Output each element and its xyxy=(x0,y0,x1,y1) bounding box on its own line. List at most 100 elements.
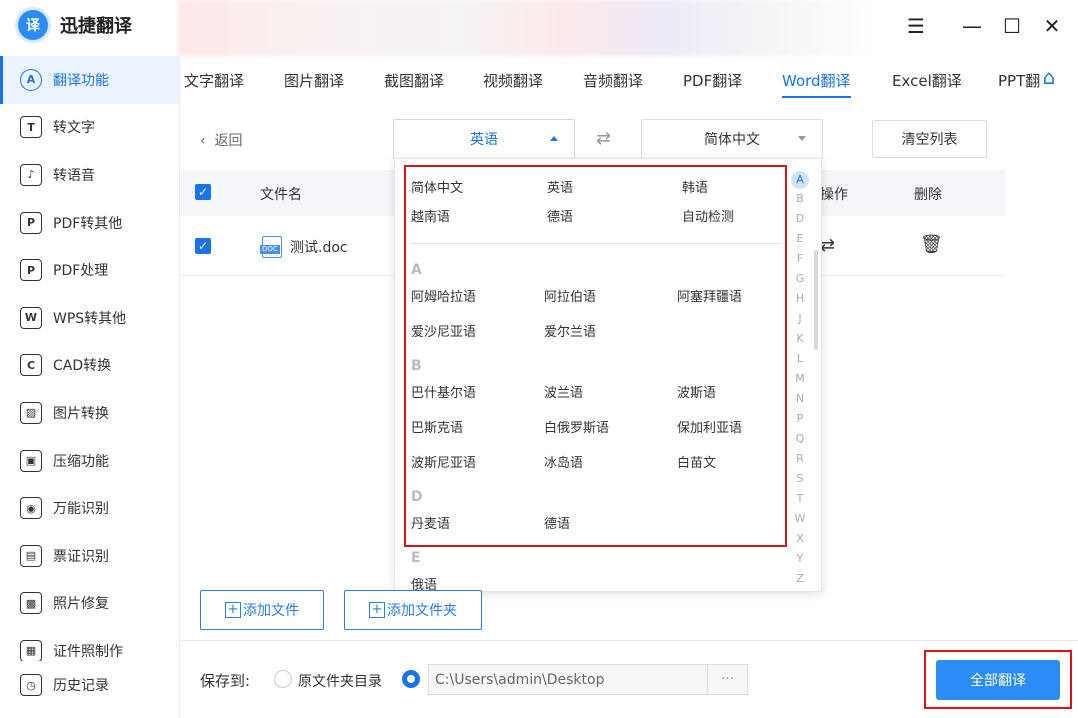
sidebar-item-cad-convert[interactable]: C CAD转换 xyxy=(0,342,179,390)
language-option[interactable]: 波兰语 xyxy=(544,382,583,401)
alpha-index-letter[interactable]: Z xyxy=(791,572,809,585)
cad-icon: C xyxy=(20,354,42,377)
back-button[interactable]: ‹ 返回 xyxy=(200,130,243,150)
tab-word-translate[interactable]: Word翻译 xyxy=(782,70,851,98)
tab-audio-translate[interactable]: 音频翻译 xyxy=(583,70,643,96)
add-folder-button[interactable]: + 添加文件夹 xyxy=(344,590,482,630)
output-path-input[interactable] xyxy=(428,664,708,695)
home-icon[interactable]: ⌂ xyxy=(1038,66,1060,88)
language-option[interactable]: 爱沙尼亚语 xyxy=(411,321,476,340)
compress-icon: ▣ xyxy=(20,449,42,472)
row-checkbox[interactable]: ✓ xyxy=(195,238,211,254)
section-letter: A xyxy=(411,262,422,278)
translate-icon: A xyxy=(20,68,42,91)
swap-languages-icon[interactable]: ⇄ xyxy=(596,128,611,149)
title-bar: 译 迅捷翻译 ☰ — ☐ ✕ xyxy=(0,0,1078,56)
language-option[interactable]: 白俄罗斯语 xyxy=(544,417,609,436)
alpha-index-letter[interactable]: X xyxy=(791,532,809,545)
source-language-select[interactable]: 英语 xyxy=(393,119,575,159)
alpha-index-letter[interactable]: S xyxy=(791,472,809,485)
sidebar-item-pdf-process[interactable]: P PDF处理 xyxy=(0,246,179,294)
sidebar-item-photo-repair[interactable]: ▩ 照片修复 xyxy=(0,580,179,628)
language-option[interactable]: 巴什基尔语 xyxy=(411,382,476,401)
browse-path-button[interactable]: ··· xyxy=(707,664,748,695)
alpha-index-letter[interactable]: G xyxy=(791,272,809,285)
back-label: 返回 xyxy=(214,133,243,149)
language-option[interactable]: 白苗文 xyxy=(677,452,716,471)
alpha-index-letter[interactable]: K xyxy=(791,332,809,345)
sidebar-item-label: PDF处理 xyxy=(53,263,109,280)
alpha-index-letter[interactable]: R xyxy=(791,452,809,465)
caret-down-icon xyxy=(798,136,806,141)
sidebar-item-pdf-convert[interactable]: P PDF转其他 xyxy=(0,199,179,247)
tab-text-translate[interactable]: 文字翻译 xyxy=(184,70,244,96)
language-option[interactable]: 英语 xyxy=(547,177,573,196)
dropdown-scrollbar[interactable] xyxy=(814,250,818,350)
alpha-index-letter[interactable]: D xyxy=(791,212,809,225)
language-option[interactable]: 简体中文 xyxy=(411,177,463,196)
sidebar-item-image-convert[interactable]: ▨ 图片转换 xyxy=(0,389,179,437)
alpha-index-letter[interactable]: H xyxy=(791,292,809,305)
sidebar-item-translate[interactable]: A 翻译功能 xyxy=(0,56,179,104)
sidebar-item-to-text[interactable]: T 转文字 xyxy=(0,104,179,152)
sidebar-item-to-speech[interactable]: ♪ 转语音 xyxy=(0,151,179,199)
alpha-index-letter[interactable]: Q xyxy=(791,432,809,445)
alpha-index-letter[interactable]: M xyxy=(791,372,809,385)
menu-icon[interactable]: ☰ xyxy=(902,12,930,40)
alpha-index-letter[interactable]: N xyxy=(791,392,809,405)
language-option[interactable]: 德语 xyxy=(547,206,573,225)
close-icon[interactable]: ✕ xyxy=(1038,12,1066,40)
language-option[interactable]: 韩语 xyxy=(682,177,708,196)
language-option[interactable]: 丹麦语 xyxy=(411,513,450,532)
minimize-icon[interactable]: — xyxy=(958,12,986,40)
alpha-index-letter[interactable]: T xyxy=(791,492,809,505)
add-file-button[interactable]: + 添加文件 xyxy=(200,590,324,630)
language-option[interactable]: 巴斯克语 xyxy=(411,417,463,436)
alpha-index-letter[interactable]: E xyxy=(791,232,809,245)
id-card-icon: ▤ xyxy=(20,544,42,567)
filename-column-header: 文件名 xyxy=(260,187,302,203)
alpha-index-letter[interactable]: Y xyxy=(791,552,809,565)
alpha-index-letter[interactable]: A xyxy=(791,171,809,189)
language-option[interactable]: 阿塞拜疆语 xyxy=(677,286,742,305)
tab-excel-translate[interactable]: Excel翻译 xyxy=(892,70,962,96)
trash-icon[interactable]: 🗑 xyxy=(920,234,943,255)
language-option[interactable]: 冰岛语 xyxy=(544,452,583,471)
translate-action-icon[interactable]: ⇄ xyxy=(820,235,835,256)
delete-column-header: 删除 xyxy=(914,187,942,203)
banner-ad[interactable] xyxy=(178,0,878,56)
alpha-index-letter[interactable]: W xyxy=(791,512,809,525)
tab-video-translate[interactable]: 视频翻译 xyxy=(483,70,543,96)
sidebar-item-wps-convert[interactable]: W WPS转其他 xyxy=(0,294,179,342)
alpha-index-letter[interactable]: P xyxy=(791,412,809,425)
maximize-icon[interactable]: ☐ xyxy=(998,12,1026,40)
language-option[interactable]: 阿拉伯语 xyxy=(544,286,596,305)
radio-original-folder[interactable] xyxy=(274,670,292,688)
language-option[interactable]: 阿姆哈拉语 xyxy=(411,286,476,305)
target-language-select[interactable]: 简体中文 xyxy=(641,119,823,159)
language-option[interactable]: 越南语 xyxy=(411,206,450,225)
sidebar-item-ocr[interactable]: ◉ 万能识别 xyxy=(0,484,179,532)
language-option[interactable]: 自动检测 xyxy=(682,206,734,225)
sidebar-item-compress[interactable]: ▣ 压缩功能 xyxy=(0,437,179,485)
alpha-index-letter[interactable]: F xyxy=(791,252,809,265)
tab-image-translate[interactable]: 图片翻译 xyxy=(284,70,344,96)
tab-pdf-translate[interactable]: PDF翻译 xyxy=(683,70,742,96)
alpha-index-letter[interactable]: J xyxy=(791,312,809,325)
language-option[interactable]: 保加利亚语 xyxy=(677,417,742,436)
tab-ppt-translate[interactable]: PPT翻 xyxy=(998,70,1040,96)
language-option[interactable]: 波斯尼亚语 xyxy=(411,452,476,471)
alpha-index-letter[interactable]: B xyxy=(791,192,809,205)
scan-icon: ◉ xyxy=(20,497,42,520)
sidebar-item-id-ocr[interactable]: ▤ 票证识别 xyxy=(0,532,179,580)
clear-list-button[interactable]: 清空列表 xyxy=(872,120,987,158)
alpha-index-letter[interactable]: L xyxy=(791,352,809,365)
radio-custom-path[interactable] xyxy=(402,670,420,688)
sidebar-item-history[interactable]: ◷ 历史记录 xyxy=(0,661,179,709)
tab-screenshot-translate[interactable]: 截图翻译 xyxy=(384,70,444,96)
sidebar-item-label: 证件照制作 xyxy=(53,643,123,660)
select-all-checkbox[interactable]: ✓ xyxy=(195,184,211,200)
language-option[interactable]: 波斯语 xyxy=(677,382,716,401)
language-option[interactable]: 爱尔兰语 xyxy=(544,321,596,340)
language-option[interactable]: 德语 xyxy=(544,513,570,532)
